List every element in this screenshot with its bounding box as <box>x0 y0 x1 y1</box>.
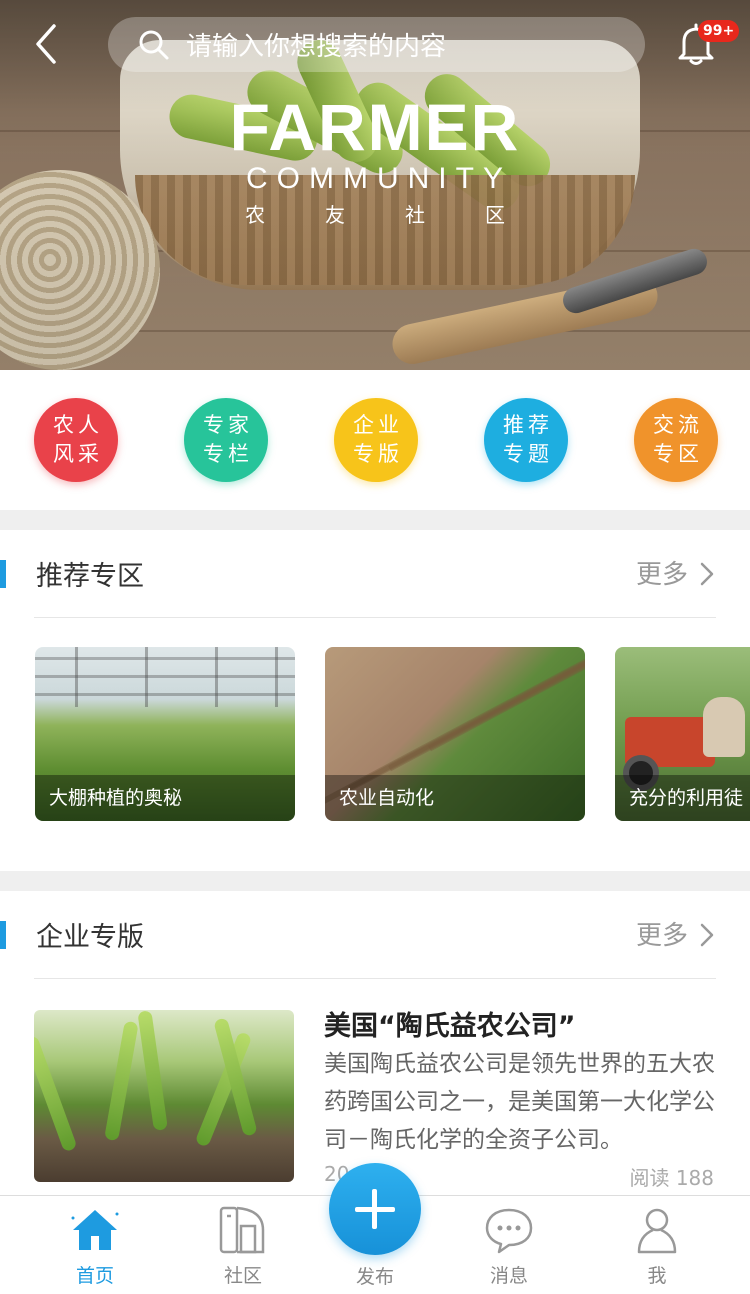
back-button[interactable] <box>28 22 68 66</box>
notification-badge: 99+ <box>698 20 740 42</box>
category-exchange-zone[interactable]: 交流 专区 <box>634 398 718 482</box>
section-title: 推荐专区 <box>36 561 144 592</box>
article-title[interactable]: 美国“陶氏益农公司” <box>324 1004 576 1043</box>
community-icon <box>217 1204 269 1256</box>
chevron-right-icon[interactable] <box>696 923 716 947</box>
brand-title: FARMER <box>229 90 521 164</box>
category-label: 专家 <box>203 413 253 437</box>
section-accent-bar <box>0 921 6 949</box>
category-label: 交流 <box>653 413 703 437</box>
category-row: 农人 风采 专家 专栏 企业 专版 推荐 专题 交流 专区 <box>0 370 750 510</box>
recommend-card[interactable]: 充分的利用徒 <box>615 647 750 821</box>
tab-label: 社区 <box>223 1265 262 1287</box>
category-recommended-topics[interactable]: 推荐 专题 <box>484 398 568 482</box>
category-enterprise-edition[interactable]: 企业 专版 <box>334 398 418 482</box>
brand-subtitle-cn: 农友社区 <box>245 203 565 227</box>
tab-messages[interactable]: 消息 <box>459 1204 559 1288</box>
category-label: 专区 <box>653 442 703 466</box>
article-thumbnail[interactable] <box>34 1010 294 1182</box>
brand-logo: FARMER COMMUNITY 农友社区 <box>0 92 750 230</box>
card-caption: 大棚种植的奥秘 <box>35 775 295 821</box>
publish-button[interactable] <box>329 1163 421 1255</box>
tab-community[interactable]: 社区 <box>193 1204 293 1288</box>
search-bar[interactable]: 请输入你想搜索的内容 <box>108 17 645 72</box>
enterprise-section-header: 企业专版 更多 <box>0 891 750 979</box>
card-caption: 农业自动化 <box>325 775 585 821</box>
recommend-card[interactable]: 大棚种植的奥秘 <box>35 647 295 821</box>
user-icon <box>631 1204 683 1256</box>
section-separator <box>34 978 716 979</box>
more-link[interactable]: 更多 <box>636 554 688 591</box>
category-label: 农人 <box>53 413 103 437</box>
category-expert-column[interactable]: 专家 专栏 <box>184 398 268 482</box>
recommend-section-header: 推荐专区 更多 <box>0 530 750 618</box>
tab-label: 我 <box>647 1265 667 1287</box>
tab-me[interactable]: 我 <box>607 1204 707 1288</box>
article-read-count: 阅读 188 <box>629 1166 714 1190</box>
article-description: 美国陶氏益农公司是领先世界的五大农药跨国公司之一，是美国第一大化学公司－陶氏化学… <box>324 1051 715 1153</box>
search-icon <box>138 29 170 61</box>
section-divider <box>0 510 750 530</box>
category-label: 专版 <box>353 442 403 466</box>
chevron-right-icon[interactable] <box>696 562 716 586</box>
section-divider <box>0 871 750 891</box>
card-caption: 充分的利用徒 <box>615 775 750 821</box>
tab-label: 消息 <box>489 1265 528 1287</box>
publish-label: 发布 <box>355 1266 394 1288</box>
category-label: 企业 <box>353 413 403 437</box>
farmer-image <box>703 697 745 757</box>
tab-home[interactable]: 首页 <box>45 1204 145 1288</box>
chevron-left-icon <box>36 24 56 64</box>
category-farmer-style[interactable]: 农人 风采 <box>34 398 118 482</box>
section-separator <box>34 617 716 618</box>
category-label: 专栏 <box>203 442 253 466</box>
category-label: 风采 <box>53 442 103 466</box>
section-title: 企业专版 <box>36 922 144 953</box>
chat-bubble-icon <box>483 1204 535 1256</box>
brand-subtitle: COMMUNITY <box>246 162 512 195</box>
tab-label: 首页 <box>75 1265 114 1287</box>
recommend-card[interactable]: 农业自动化 <box>325 647 585 821</box>
home-icon <box>69 1204 121 1256</box>
more-link[interactable]: 更多 <box>636 915 688 952</box>
section-accent-bar <box>0 560 6 588</box>
search-placeholder: 请输入你想搜索的内容 <box>186 32 447 62</box>
category-label: 专题 <box>503 442 553 466</box>
category-label: 推荐 <box>503 413 553 437</box>
